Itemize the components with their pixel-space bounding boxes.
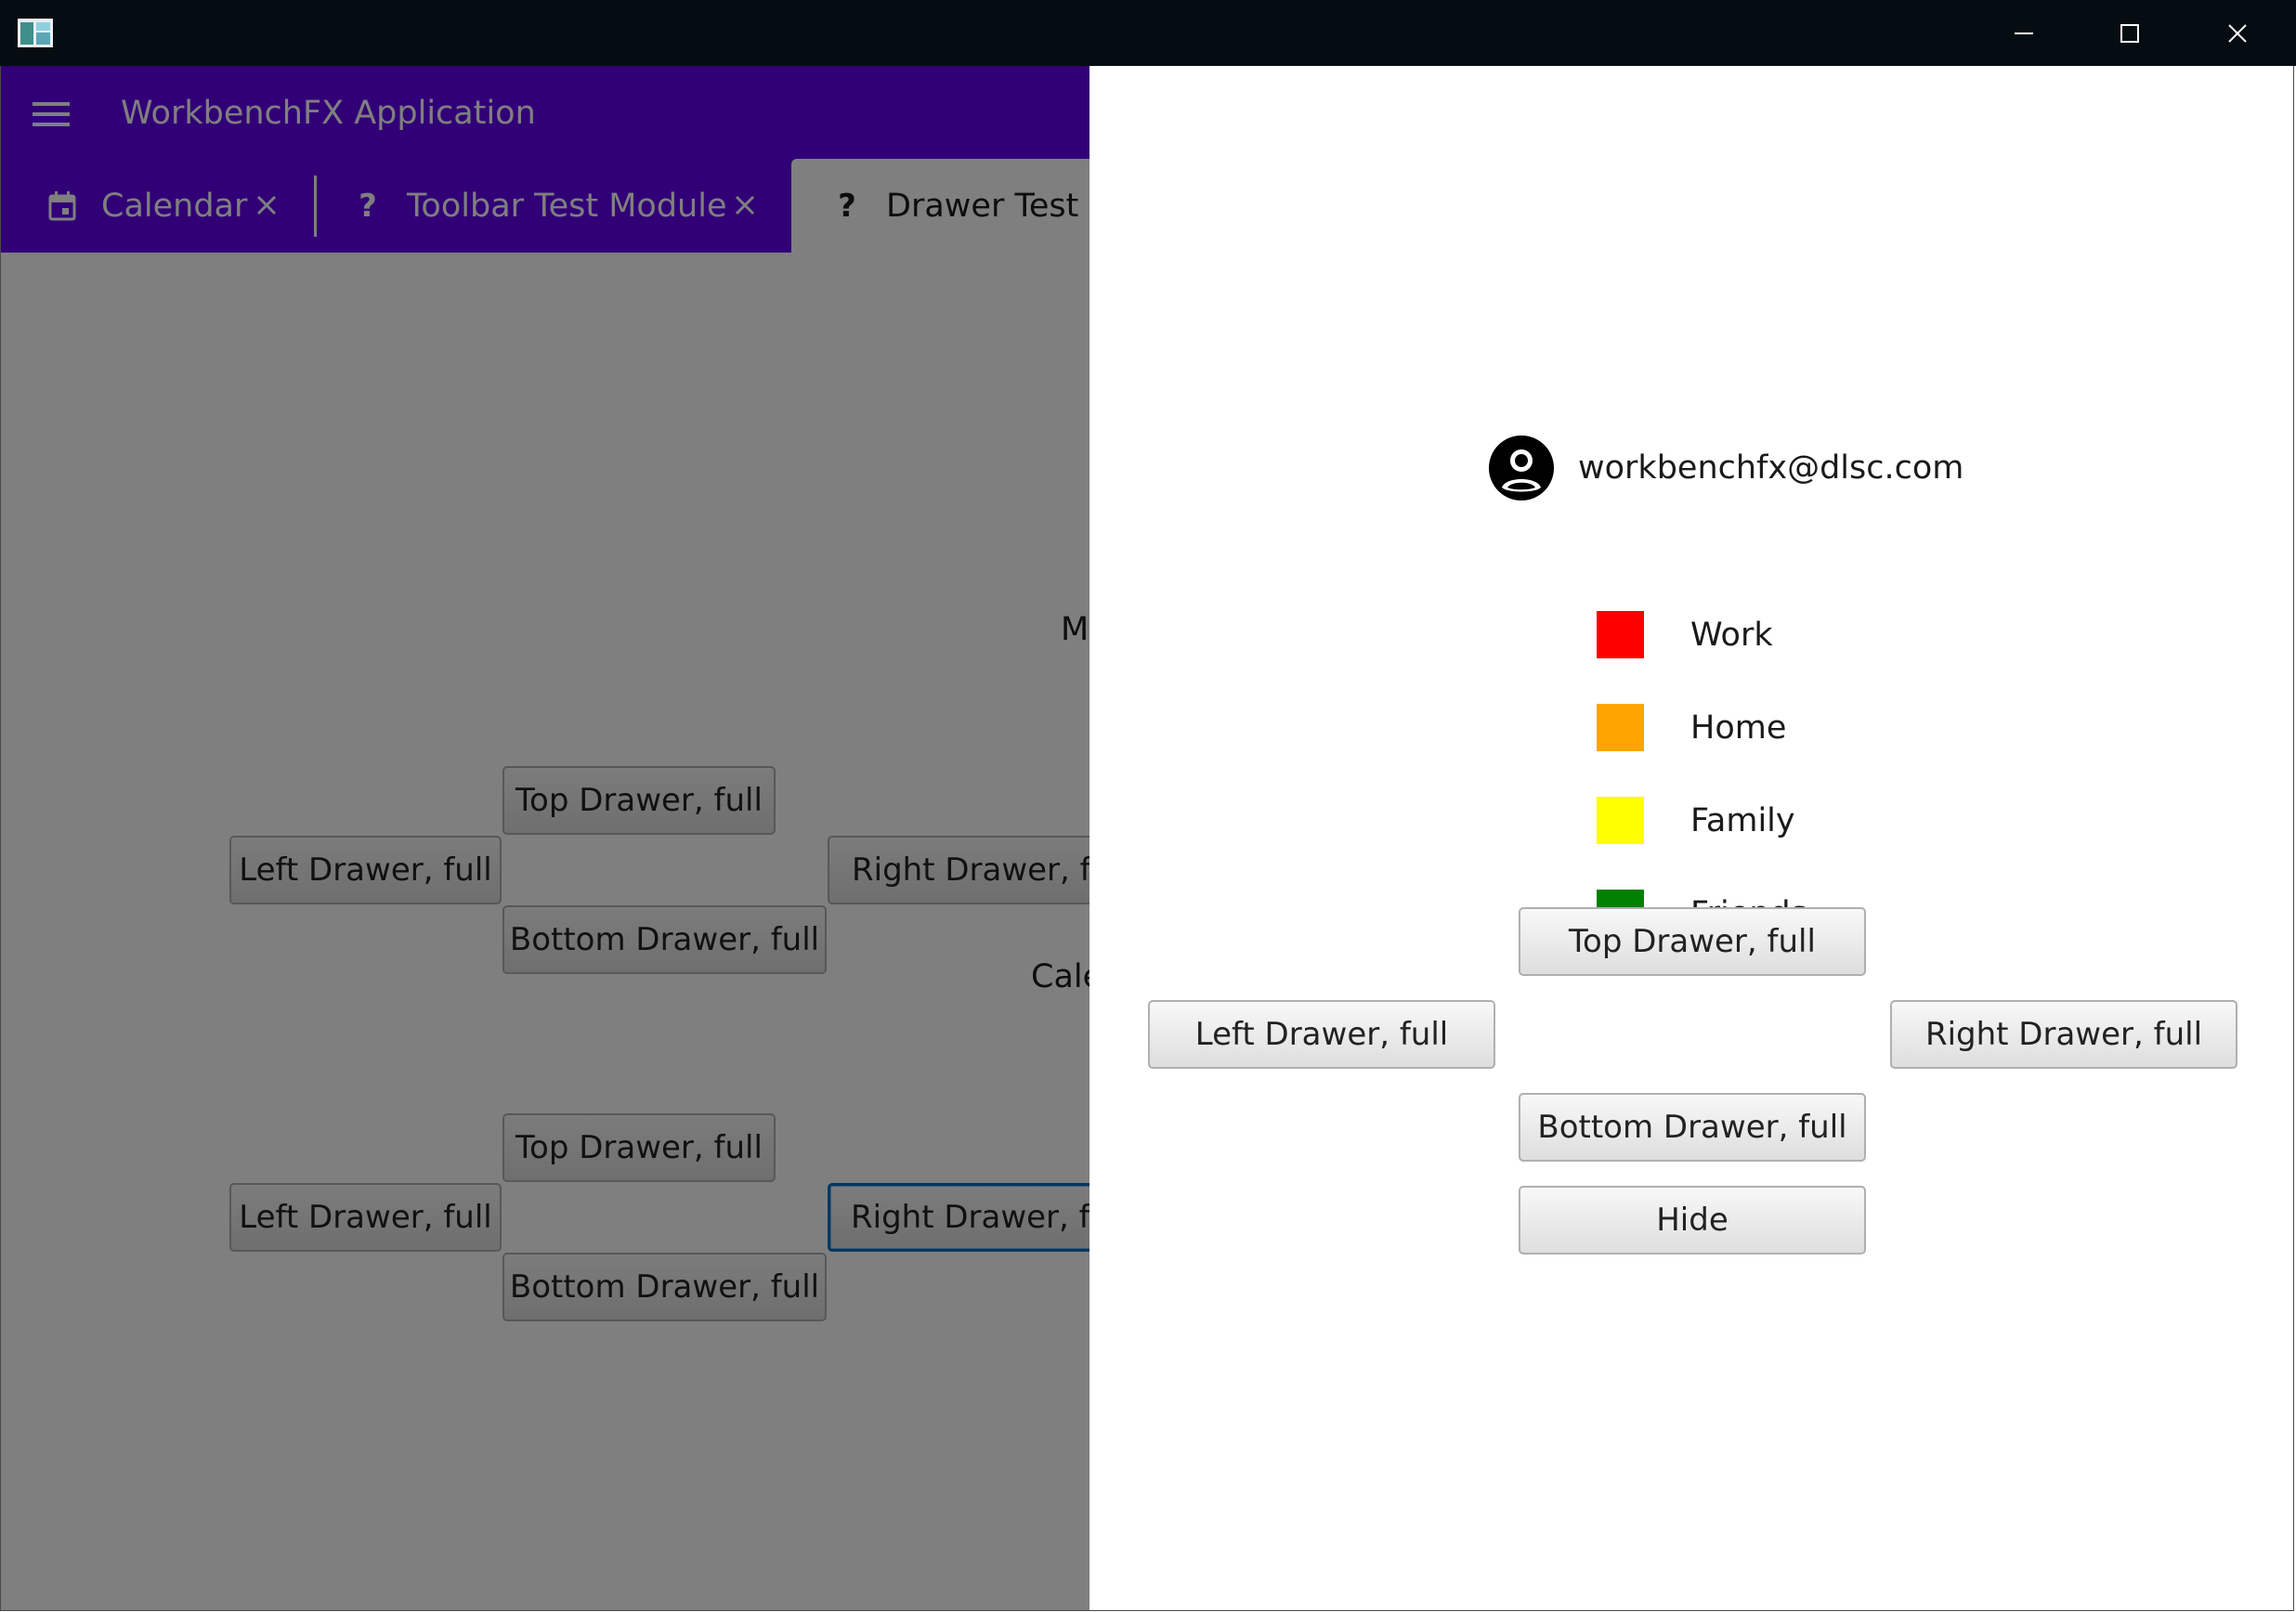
calendar-item-work[interactable]: Work (1597, 611, 1773, 658)
right-drawer-button[interactable]: Right Drawer, full (1890, 1000, 2237, 1069)
calendar-label: Family (1690, 801, 1795, 839)
calendar-label: Home (1690, 708, 1787, 747)
calendar-item-family[interactable]: Family (1597, 797, 1795, 844)
drawer-backdrop-overlay[interactable] (1, 66, 1089, 1610)
maximize-button[interactable] (2077, 0, 2183, 66)
calendar-color-swatch (1597, 611, 1644, 658)
account-circle-icon (1489, 436, 1554, 500)
bottom-drawer-button[interactable]: Bottom Drawer, full (1519, 1093, 1866, 1162)
close-window-button[interactable] (2185, 0, 2290, 66)
user-account: workbenchfx@dlsc.com (1489, 436, 1963, 500)
app-window-icon (18, 19, 53, 47)
maximize-icon (2120, 23, 2139, 43)
calendar-label: Work (1690, 616, 1773, 654)
close-icon (2228, 23, 2247, 43)
left-drawer-button[interactable]: Left Drawer, full (1148, 1000, 1495, 1069)
top-drawer-button[interactable]: Top Drawer, full (1519, 907, 1866, 976)
user-email: workbenchfx@dlsc.com (1578, 449, 1964, 487)
window-title-bar (0, 0, 2296, 66)
minimize-button[interactable] (1971, 0, 2077, 66)
calendar-color-swatch (1597, 704, 1644, 751)
hide-button[interactable]: Hide (1519, 1186, 1866, 1254)
right-drawer: workbenchfx@dlsc.com Work Home Family Fr… (1089, 66, 2293, 1610)
app-window: WorkbenchFX Application Calendar ? Toolb… (0, 66, 2294, 1611)
minimize-icon (2015, 32, 2033, 34)
calendar-item-home[interactable]: Home (1597, 704, 1786, 751)
calendar-color-swatch (1597, 797, 1644, 844)
